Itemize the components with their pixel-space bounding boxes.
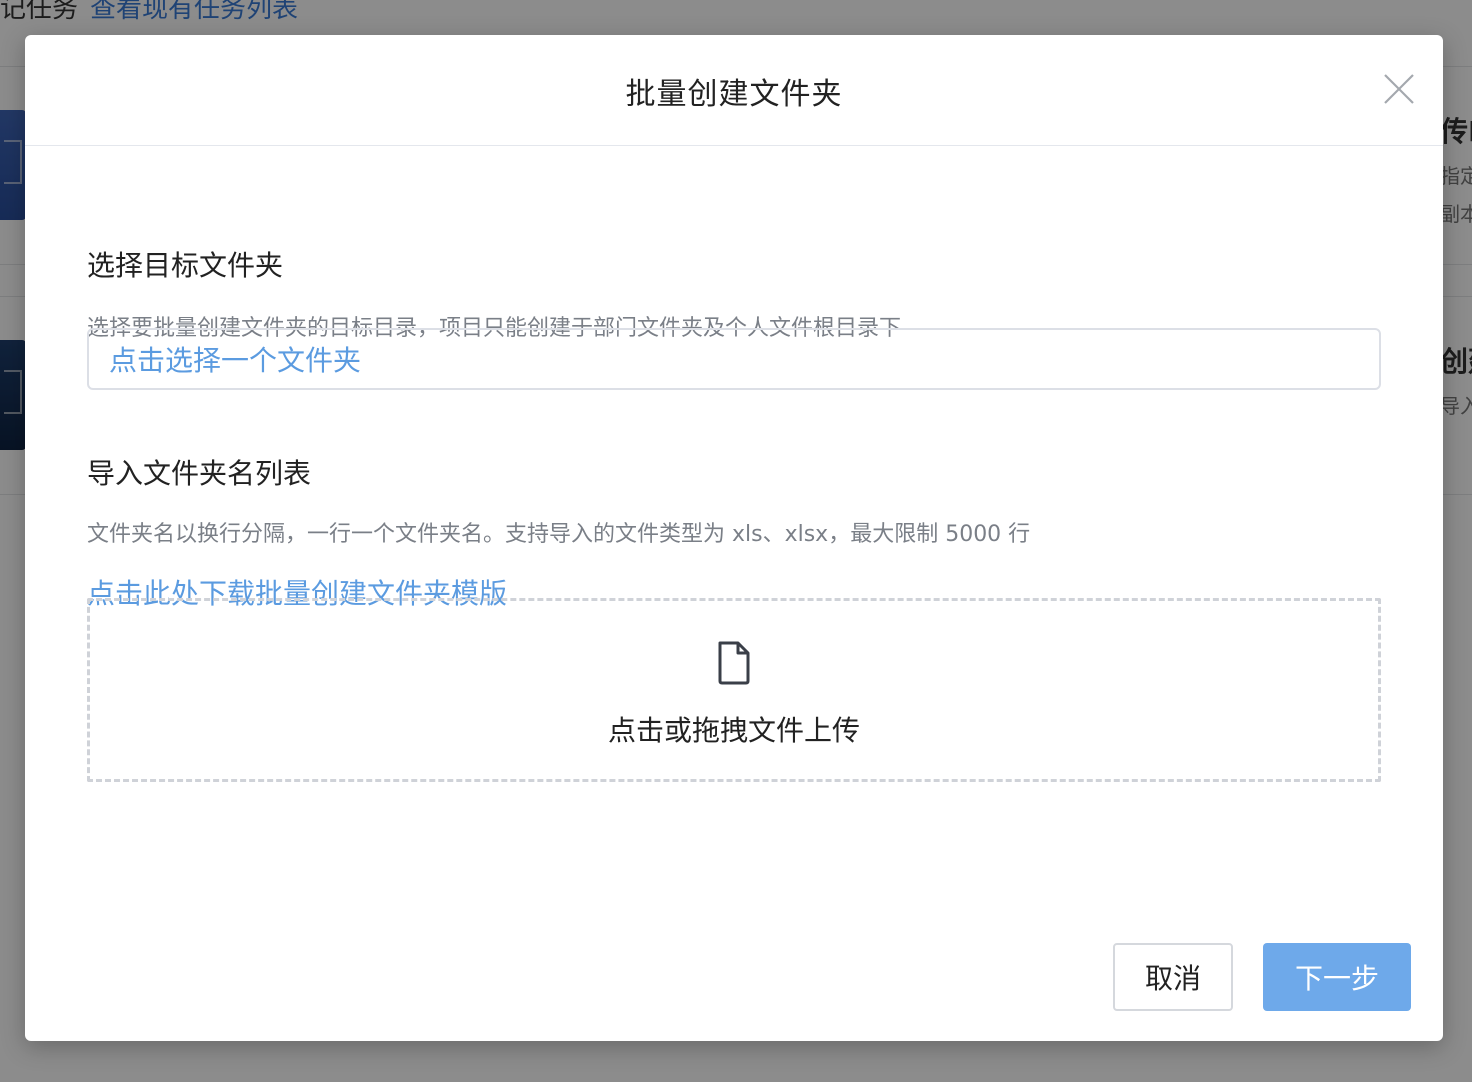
import-list-help-text: 文件夹名以换行分隔，一行一个文件夹名。支持导入的文件类型为 xls、xlsx，最… [87, 522, 1031, 547]
close-icon [1384, 74, 1414, 104]
batch-create-folder-dialog: 批量创建文件夹 选择目标文件夹 选择要批量创建文件夹的目标目录，项目只能创建于部… [25, 35, 1443, 1041]
file-upload-dropzone[interactable]: 点击或拖拽文件上传 [87, 598, 1381, 782]
import-list-section-title: 导入文件夹名列表 [87, 457, 312, 490]
target-folder-section-title: 选择目标文件夹 [87, 249, 284, 282]
upload-hint-text: 点击或拖拽文件上传 [607, 714, 860, 747]
folder-select-input[interactable]: 点击选择一个文件夹 [87, 328, 1381, 390]
cancel-button[interactable]: 取消 [1113, 943, 1233, 1011]
dialog-footer: 取消 下一步 [1113, 943, 1411, 1011]
file-icon [718, 641, 750, 685]
dialog-title: 批量创建文件夹 [625, 77, 843, 112]
dialog-header: 批量创建文件夹 [25, 35, 1443, 146]
close-button[interactable] [1381, 71, 1417, 107]
next-step-button[interactable]: 下一步 [1263, 943, 1411, 1011]
folder-select-placeholder: 点击选择一个文件夹 [109, 344, 362, 377]
